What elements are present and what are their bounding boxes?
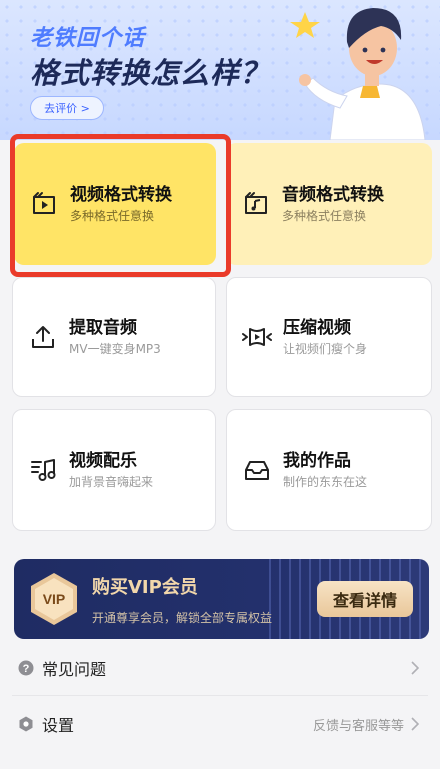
vip-badge-icon: VIP: [31, 573, 77, 625]
tool-subtitle: 让视频们瘦个身: [283, 341, 368, 356]
tool-title: 音频格式转换: [282, 184, 384, 205]
inbox-tray-icon: [245, 461, 269, 480]
question-icon: ?: [18, 660, 34, 676]
tool-title: 视频配乐: [69, 450, 137, 471]
tool-title: 我的作品: [283, 450, 351, 471]
tool-title: 视频格式转换: [70, 184, 172, 205]
tool-audio-convert[interactable]: 音频格式转换 多种格式任意换: [226, 143, 432, 265]
menu-label: 常见问题: [42, 660, 107, 679]
tool-subtitle: MV一键变身MP3: [69, 341, 161, 356]
vip-description: 开通尊享会员，解锁全部专属权益: [92, 611, 273, 625]
tool-subtitle: 制作的东东在这: [283, 474, 368, 489]
menu-hint: 反馈与客服等等: [312, 718, 404, 734]
tool-subtitle: 加背景音嗨起来: [69, 474, 154, 489]
tool-title: 提取音频: [69, 317, 137, 338]
chevron-right-icon: [411, 661, 420, 675]
divider: [12, 695, 428, 696]
tool-video-convert[interactable]: 视频格式转换 多种格式任意换: [14, 143, 216, 265]
menu-settings[interactable]: 设置 反馈与客服等等: [12, 697, 428, 751]
mascot-illustration: [290, 8, 426, 140]
music-note-icon: [31, 459, 56, 481]
tool-my-works[interactable]: 我的作品 制作的东东在这: [226, 409, 432, 531]
rate-button[interactable]: 去评价 >: [30, 96, 104, 120]
menu-faq[interactable]: ? 常见问题: [12, 641, 428, 695]
promo-banner[interactable]: 老铁回个话 格式转换怎么样？ 去评价 >: [0, 0, 440, 140]
banner-headline-large: 格式转换怎么样？: [30, 56, 271, 90]
tool-compress-video[interactable]: 压缩视频 让视频们瘦个身: [226, 277, 432, 397]
tool-title: 压缩视频: [283, 317, 351, 338]
vip-badge-text: VIP: [43, 591, 66, 607]
vip-banner[interactable]: VIP 购买VIP会员 开通尊享会员，解锁全部专属权益 查看详情: [14, 559, 429, 639]
video-convert-icon: [33, 192, 55, 214]
upload-icon: [32, 326, 54, 348]
tool-subtitle: 多种格式任意换: [282, 208, 367, 223]
vip-title: 购买VIP会员: [92, 577, 198, 598]
menu-label: 设置: [42, 716, 75, 735]
vip-details-button[interactable]: 查看详情: [317, 581, 413, 617]
tool-subtitle: 多种格式任意换: [70, 208, 155, 223]
chevron-right-icon: [411, 717, 420, 731]
tool-extract-audio[interactable]: 提取音频 MV一键变身MP3: [12, 277, 216, 397]
svg-text:?: ?: [23, 663, 30, 675]
settings-hex-icon: [19, 716, 33, 732]
tool-video-music[interactable]: 视频配乐 加背景音嗨起来: [12, 409, 216, 531]
compress-video-icon: [242, 328, 272, 346]
banner-headline-small: 老铁回个话: [30, 26, 146, 51]
audio-convert-icon: [245, 192, 267, 214]
